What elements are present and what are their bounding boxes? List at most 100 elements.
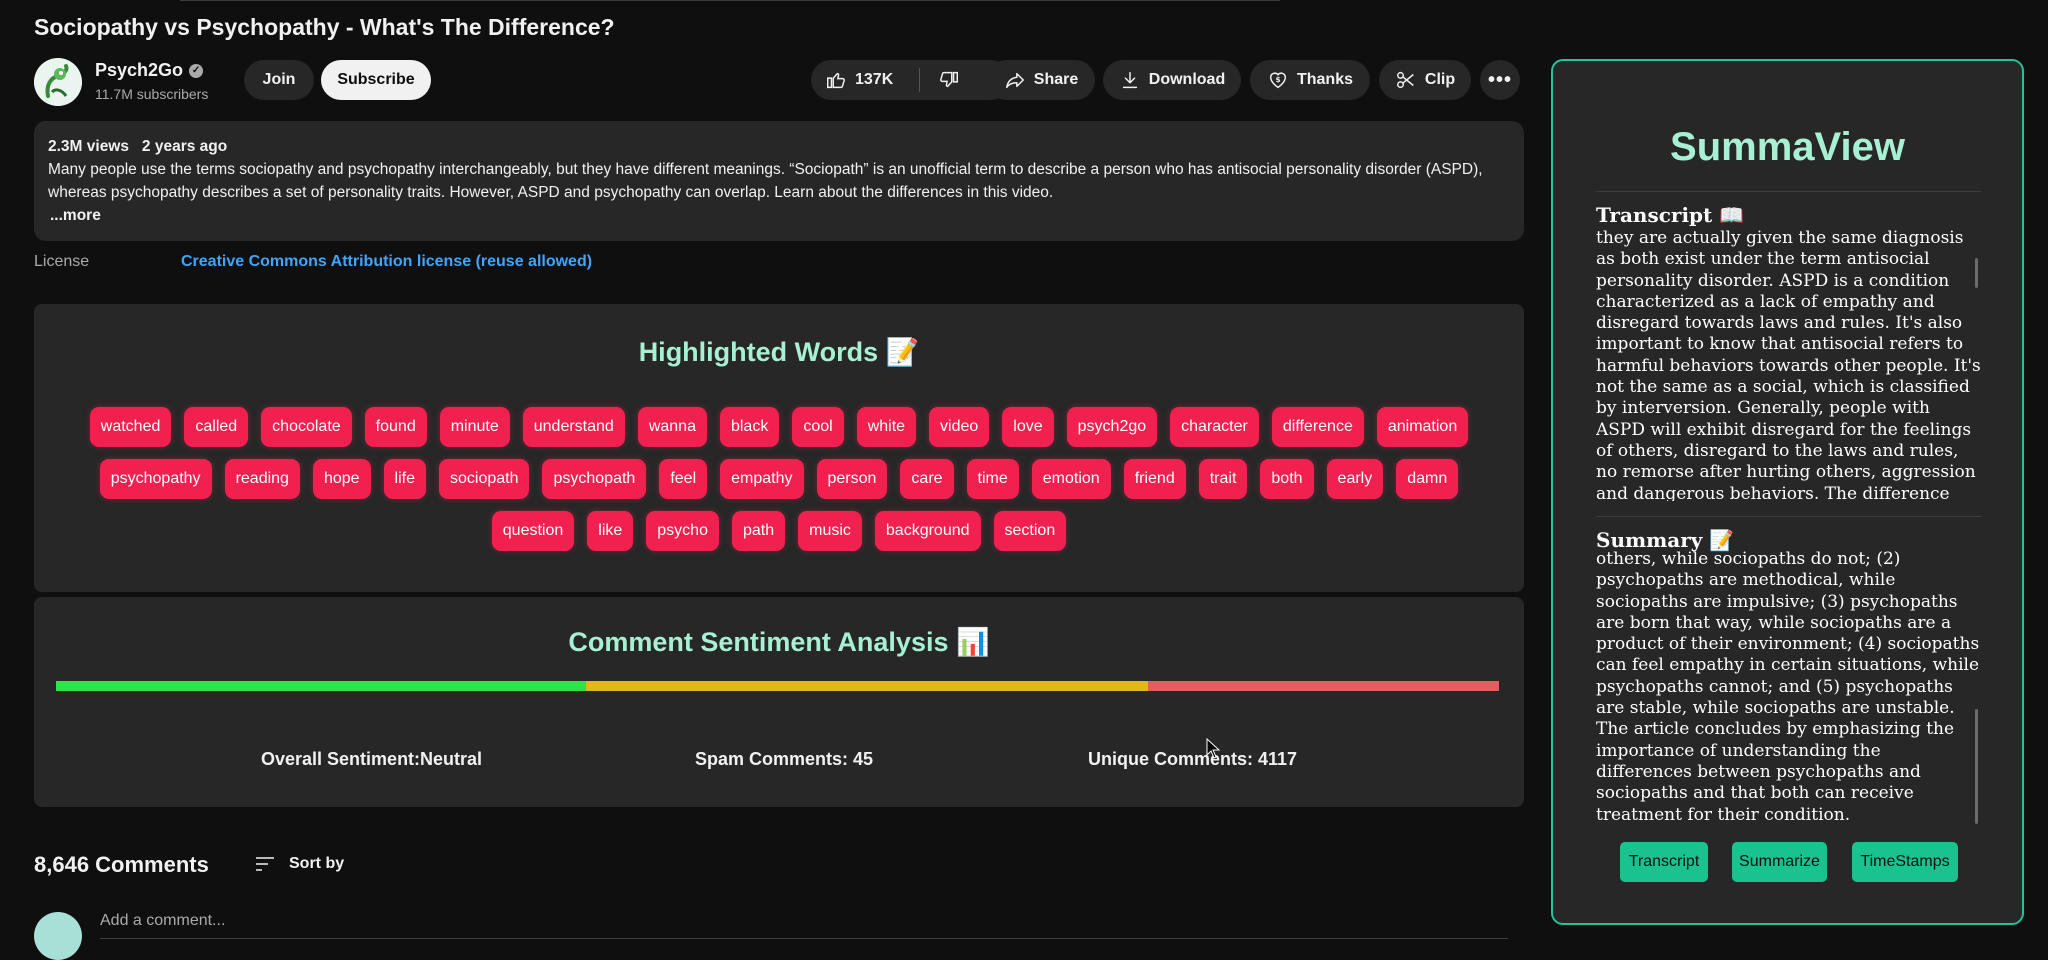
sort-by-button[interactable]: Sort by bbox=[253, 852, 344, 876]
transcript-text[interactable]: they are actually given the same diagnos… bbox=[1596, 228, 1981, 501]
summaview-divider-mid bbox=[1596, 516, 1981, 517]
transcript-button[interactable]: Transcript bbox=[1620, 842, 1708, 882]
highlighted-word-tag[interactable]: chocolate bbox=[261, 407, 352, 447]
show-more-link[interactable]: ...more bbox=[50, 204, 1510, 227]
highlighted-word-tag[interactable]: difference bbox=[1271, 407, 1364, 447]
join-button[interactable]: Join bbox=[244, 60, 314, 100]
highlighted-word-tag[interactable]: path bbox=[731, 511, 786, 551]
highlighted-word-tag[interactable]: minute bbox=[439, 407, 510, 447]
highlighted-word-tag[interactable]: like bbox=[587, 511, 634, 551]
top-divider bbox=[180, 0, 1280, 1]
channel-name-text[interactable]: Psych2Go bbox=[95, 60, 183, 81]
thumbs-down-icon[interactable] bbox=[938, 69, 960, 91]
subscribe-button[interactable]: Subscribe bbox=[321, 60, 431, 100]
highlighted-word-tag[interactable]: emotion bbox=[1031, 459, 1111, 499]
add-comment-input[interactable]: Add a comment... bbox=[100, 912, 1508, 939]
highlighted-word-tag[interactable]: friend bbox=[1123, 459, 1186, 499]
transcript-scrollbar[interactable] bbox=[1975, 258, 1978, 288]
like-divider bbox=[919, 68, 921, 92]
highlighted-word-tag[interactable]: empathy bbox=[720, 459, 804, 499]
user-avatar[interactable] bbox=[34, 912, 82, 960]
download-label: Download bbox=[1148, 71, 1226, 88]
share-label: Share bbox=[1033, 71, 1079, 88]
download-button[interactable]: Download bbox=[1103, 60, 1241, 100]
channel-row: Psych2Go ✓ 11.7M subscribers Join Subscr… bbox=[34, 58, 1524, 106]
highlighted-word-tag[interactable]: question bbox=[491, 511, 575, 551]
highlighted-word-tag[interactable]: hope bbox=[312, 459, 371, 499]
sort-by-label: Sort by bbox=[289, 855, 345, 872]
highlighted-word-tag[interactable]: found bbox=[364, 407, 427, 447]
more-actions-button[interactable]: ••• bbox=[1480, 60, 1520, 100]
channel-avatar[interactable] bbox=[34, 58, 82, 106]
thanks-button[interactable]: $ Thanks bbox=[1250, 60, 1370, 100]
highlighted-words-panel: Highlighted Words 📝 watched called chocola… bbox=[34, 304, 1524, 592]
share-button[interactable]: Share bbox=[987, 60, 1095, 100]
highlighted-word-tag[interactable]: background bbox=[874, 511, 981, 551]
timestamps-button[interactable]: TimeStamps bbox=[1852, 842, 1958, 882]
highlighted-word-tag[interactable]: black bbox=[719, 407, 780, 447]
sentiment-neutral-segment bbox=[585, 681, 1149, 691]
heart-dollar-icon: $ bbox=[1269, 72, 1287, 89]
sentiment-bar bbox=[56, 681, 1499, 691]
highlighted-word-tag[interactable]: understand bbox=[522, 407, 625, 447]
summarize-button[interactable]: Summarize bbox=[1732, 842, 1827, 882]
description-meta: 2.3M views 2 years ago bbox=[48, 135, 1510, 158]
summaview-title: SummaView bbox=[1670, 125, 1905, 169]
clip-button[interactable]: Clip bbox=[1379, 60, 1471, 100]
mouse-cursor-icon bbox=[1206, 738, 1221, 759]
unique-comments: Unique Comments: 4117 bbox=[1088, 749, 1298, 769]
highlighted-word-tag[interactable]: psycho bbox=[646, 511, 719, 551]
highlighted-word-tag[interactable]: both bbox=[1260, 459, 1314, 499]
summary-text[interactable]: others, while sociopaths do not; (2) psy… bbox=[1596, 549, 1981, 824]
highlighted-word-tag[interactable]: animation bbox=[1376, 407, 1469, 447]
like-button[interactable]: 137K bbox=[825, 69, 893, 91]
highlighted-word-tag[interactable]: music bbox=[798, 511, 862, 551]
description-box[interactable]: 2.3M views 2 years ago Many people use t… bbox=[34, 121, 1524, 241]
highlighted-word-tag[interactable]: section bbox=[993, 511, 1067, 551]
highlighted-word-tag[interactable]: psych2go bbox=[1066, 407, 1158, 447]
license-link[interactable]: Creative Commons Attribution license (re… bbox=[181, 253, 592, 271]
like-dislike-group: 137K bbox=[811, 60, 1011, 100]
overall-sentiment-label: Overall Sentiment: bbox=[261, 749, 421, 769]
highlighted-word-tag[interactable]: love bbox=[1002, 407, 1054, 447]
highlighted-word-tag[interactable]: life bbox=[383, 459, 426, 499]
clip-label: Clip bbox=[1424, 71, 1456, 88]
highlighted-word-tag[interactable]: care bbox=[900, 459, 954, 499]
highlighted-word-tag[interactable]: watched bbox=[89, 407, 172, 447]
highlighted-word-tag[interactable]: early bbox=[1326, 459, 1384, 499]
like-count: 137K bbox=[855, 71, 894, 88]
highlighted-words-list: watched called chocolate found minute underst… bbox=[74, 407, 1484, 551]
highlighted-word-tag[interactable]: psychopathy bbox=[99, 459, 212, 499]
highlighted-word-tag[interactable]: wanna bbox=[637, 407, 707, 447]
highlighted-word-tag[interactable]: white bbox=[856, 407, 917, 447]
license-label: License bbox=[34, 253, 90, 270]
summaview-divider-top bbox=[1596, 191, 1981, 192]
channel-name[interactable]: Psych2Go ✓ bbox=[95, 60, 204, 81]
svg-text:$: $ bbox=[1275, 75, 1280, 84]
highlighted-word-tag[interactable]: character bbox=[1170, 407, 1259, 447]
highlighted-word-tag[interactable]: video bbox=[929, 407, 990, 447]
highlighted-word-tag[interactable]: trait bbox=[1198, 459, 1248, 499]
more-horizontal-icon: ••• bbox=[1487, 69, 1512, 91]
overall-sentiment-value: Neutral bbox=[420, 749, 483, 769]
highlighted-word-tag[interactable]: called bbox=[184, 407, 249, 447]
sort-icon bbox=[256, 857, 274, 871]
subscriber-count: 11.7M subscribers bbox=[95, 86, 209, 102]
highlighted-word-tag[interactable]: reading bbox=[224, 459, 300, 499]
highlighted-word-tag[interactable]: cool bbox=[792, 407, 844, 447]
sentiment-positive-segment bbox=[56, 681, 586, 691]
summary-scrollbar[interactable] bbox=[1975, 709, 1978, 824]
sentiment-title: Comment Sentiment Analysis 📊 bbox=[568, 627, 990, 657]
highlighted-word-tag[interactable]: sociopath bbox=[438, 459, 530, 499]
highlighted-word-tag[interactable]: psychopath bbox=[542, 459, 647, 499]
highlighted-word-tag[interactable]: feel bbox=[659, 459, 708, 499]
highlighted-word-tag[interactable]: damn bbox=[1396, 459, 1459, 499]
thanks-label: Thanks bbox=[1296, 71, 1353, 88]
verified-check-icon: ✓ bbox=[189, 63, 204, 78]
highlighted-word-tag[interactable]: person bbox=[816, 459, 888, 499]
spam-comments: Spam Comments: 45 bbox=[695, 749, 874, 769]
psych2go-logo-icon bbox=[34, 58, 82, 106]
highlighted-word-tag[interactable]: time bbox=[966, 459, 1019, 499]
download-icon bbox=[1122, 71, 1137, 89]
upload-age: 2 years ago bbox=[141, 138, 228, 155]
